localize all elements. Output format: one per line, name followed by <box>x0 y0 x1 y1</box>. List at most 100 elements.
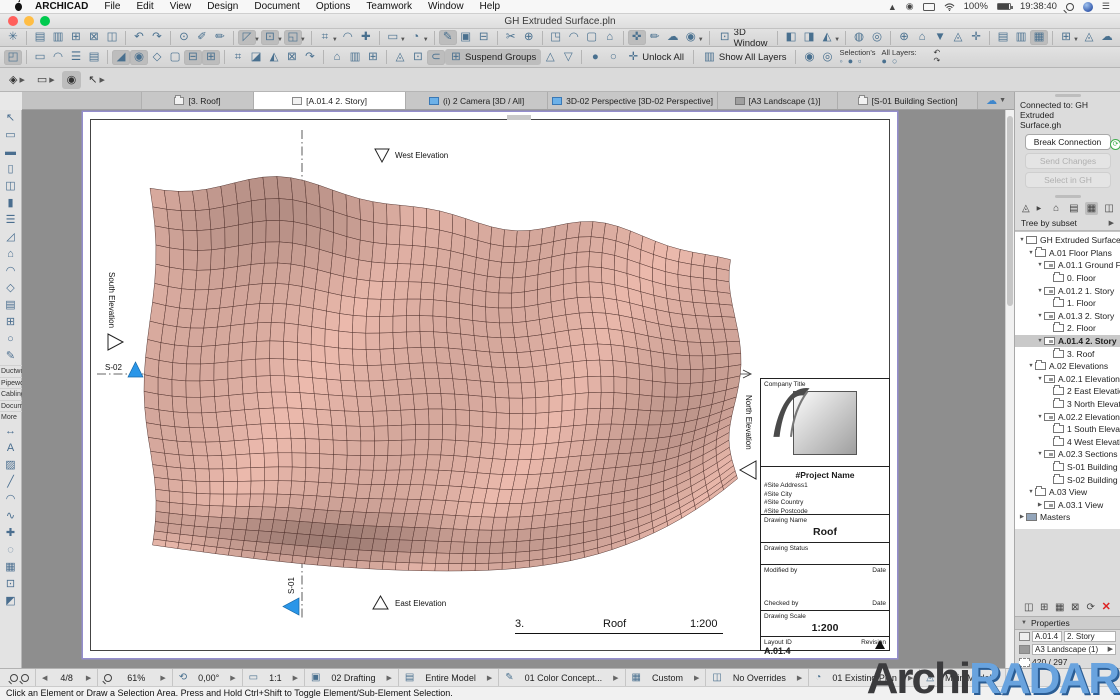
select-in-gh-button[interactable]: Select in GH <box>1025 172 1111 188</box>
scrollbar-thumb[interactable] <box>1007 116 1013 306</box>
toolbox-group-cabling[interactable]: Cabling <box>0 388 22 400</box>
expand-arrow-icon[interactable]: ▼ <box>1036 451 1044 457</box>
selection-layer-icon[interactable]: ◦ <box>839 57 842 65</box>
lamp-tool-icon[interactable]: ○ <box>1 331 21 348</box>
split-icon[interactable]: ✂ <box>502 30 520 45</box>
stair-tool-icon[interactable]: ▤ <box>1 297 21 314</box>
drag-icon[interactable]: ⌗ <box>229 50 247 65</box>
zoom-in-icon[interactable] <box>21 674 29 682</box>
expand-arrow-icon[interactable]: ▼ <box>1027 363 1035 369</box>
bring-forward-icon[interactable]: △ <box>541 50 559 65</box>
favorites-icon[interactable]: ✳ <box>4 30 22 45</box>
rotate-icon[interactable]: ◪ <box>247 50 265 65</box>
expand-arrow-icon[interactable]: ▶ <box>1018 514 1026 520</box>
layer-settings-icon[interactable]: ◉ <box>800 50 818 65</box>
panel-drag-handle[interactable] <box>1055 195 1081 198</box>
zoom-extents-icon[interactable]: ⊕ <box>895 30 913 45</box>
marquee-filter-icon[interactable]: ▢ <box>166 50 184 65</box>
dimension-tool-icon[interactable]: ↔ <box>1 423 21 440</box>
view-left-icon[interactable]: ◧ <box>782 30 800 45</box>
renovation-demo-icon[interactable]: ▭ <box>31 50 49 65</box>
sun-settings-icon[interactable]: ◉ <box>130 50 148 65</box>
arrow-tool-icon[interactable]: ↖ <box>1 110 21 127</box>
tree-by-subset-dropdown[interactable]: Tree by subset▶ <box>1015 217 1120 231</box>
tree-item-selected[interactable]: ▼A.01.4 2. Story <box>1015 335 1120 348</box>
toolbox-group-ductwor[interactable]: Ductwor <box>0 365 22 377</box>
elevate-icon[interactable]: ⌂ <box>328 50 346 65</box>
menu-archicad[interactable]: ARCHICAD <box>27 1 96 12</box>
project-map-icon[interactable]: ⌂ <box>1049 202 1063 215</box>
chevron-down-icon[interactable]: ▼ <box>277 37 283 43</box>
panel-drag-handle[interactable] <box>1055 94 1081 97</box>
new-project-icon[interactable]: ▤ <box>31 30 49 45</box>
apple-menu-icon[interactable] <box>10 0 27 14</box>
align-icon[interactable]: ✜ <box>628 30 646 45</box>
section-view-icon[interactable]: ▼ <box>931 30 949 45</box>
trace-reference-icon[interactable]: ✎ <box>439 30 457 45</box>
adjust-icon[interactable]: ⊕ <box>520 30 538 45</box>
home-story-icon[interactable]: ⌂ <box>601 30 619 45</box>
walk-mode-icon[interactable]: ◍ <box>850 30 868 45</box>
tree-item[interactable]: 3. Roof <box>1015 347 1120 360</box>
siri-icon[interactable] <box>1083 2 1093 12</box>
redo-icon[interactable]: ↷ <box>148 30 166 45</box>
pen-set-segment[interactable]: ✎01 Color Concept...▶ <box>499 669 625 687</box>
expand-arrow-icon[interactable]: ▼ <box>1036 313 1044 319</box>
menu-design[interactable]: Design <box>199 1 246 12</box>
menu-options[interactable]: Options <box>308 1 358 12</box>
layer-quick-icon[interactable]: ◎ <box>818 50 836 65</box>
tree-view-icon[interactable]: ◬ <box>1019 202 1033 215</box>
backup-icon[interactable]: ◉ <box>906 1 914 12</box>
unlock-icon[interactable]: ○ <box>604 50 622 65</box>
selection-pen-icon[interactable]: ▫ <box>858 57 861 65</box>
chevron-down-icon[interactable]: ▼ <box>300 37 306 43</box>
orbit-mode-button[interactable]: ◉ <box>62 71 82 89</box>
multiply-icon[interactable]: ⊠ <box>283 50 301 65</box>
box-edit-icon[interactable]: ▢ <box>583 30 601 45</box>
new-layout-icon[interactable]: ◫ <box>1023 601 1035 614</box>
guide-lines-icon[interactable]: ◠ <box>339 30 357 45</box>
expand-arrow-icon[interactable]: ▼ <box>1036 262 1044 268</box>
tree-item[interactable]: ▶Masters <box>1015 511 1120 524</box>
tree-item[interactable]: 1. Floor <box>1015 297 1120 310</box>
expand-arrow-icon[interactable]: ▼ <box>1027 250 1035 256</box>
canvas-vertical-scrollbar[interactable] <box>1005 110 1014 668</box>
settings-layout-icon[interactable]: ⊠ <box>1070 601 1082 614</box>
bimcloud-icon[interactable]: ☁ <box>664 30 682 45</box>
section-tool-icon[interactable]: ⊡ <box>1 576 21 593</box>
ruler-icon[interactable]: ⊟ <box>475 30 493 45</box>
zoom-ratio-segment[interactable]: ▭1:1▶ <box>243 669 305 687</box>
tree-item[interactable]: ▼A.02.1 Elevation <box>1015 373 1120 386</box>
view-tab-4[interactable]: 3D-02 Perspective [3D-02 Perspective] <box>548 92 718 109</box>
tree-item[interactable]: 4 West Elevation <box>1015 436 1120 449</box>
measure-icon[interactable]: ✏ <box>211 30 229 45</box>
layout-book-icon[interactable]: ▦ <box>1085 202 1099 215</box>
layers-copy-icon[interactable]: ⊟ <box>184 50 202 65</box>
undo-icon[interactable]: ↶ <box>130 30 148 45</box>
arrow-cursor-button[interactable]: ↖▶ <box>83 71 110 89</box>
unlock-all-button[interactable]: ✛Unlock All <box>622 49 689 65</box>
expand-arrow-icon[interactable]: ▼ <box>1018 237 1026 243</box>
wall-tool-icon[interactable]: ▬ <box>1 144 21 161</box>
layout-page-icon[interactable]: ▦ <box>1030 30 1048 45</box>
fillet-icon[interactable]: ◳ <box>547 30 565 45</box>
tree-item[interactable]: ▼GH Extruded Surface <box>1015 234 1120 247</box>
tree-item[interactable]: ▼A.01 Floor Plans <box>1015 247 1120 260</box>
property-master-layout[interactable]: A3 Landscape (1)▶ <box>1032 644 1116 655</box>
mirror-icon[interactable]: ◭ <box>265 50 283 65</box>
slab-tool-icon[interactable]: ◿ <box>1 229 21 246</box>
send-changes-button[interactable]: Send Changes <box>1025 153 1111 169</box>
arrows-icon[interactable]: ⊞ <box>202 50 220 65</box>
chevron-down-icon[interactable]: ▼ <box>423 37 429 43</box>
marquee-tool-icon[interactable]: ▭ <box>1 127 21 144</box>
virtual-trace-icon[interactable]: ▣ <box>457 30 475 45</box>
tree-item[interactable]: ▼A.01.3 2. Story <box>1015 310 1120 323</box>
layout-pager[interactable]: ◀4/8▶ <box>36 669 98 687</box>
detail-tool-icon[interactable]: ◩ <box>1 593 21 610</box>
chevron-down-icon[interactable]: ▼ <box>400 37 406 43</box>
line-tool-icon[interactable]: ╱ <box>1 474 21 491</box>
expand-arrow-icon[interactable]: ▼ <box>1036 376 1044 382</box>
tree-item[interactable]: 3 North Elevation <box>1015 398 1120 411</box>
publish-icon[interactable]: ⊠ <box>85 30 103 45</box>
publisher-icon[interactable]: ◫ <box>1102 202 1116 215</box>
